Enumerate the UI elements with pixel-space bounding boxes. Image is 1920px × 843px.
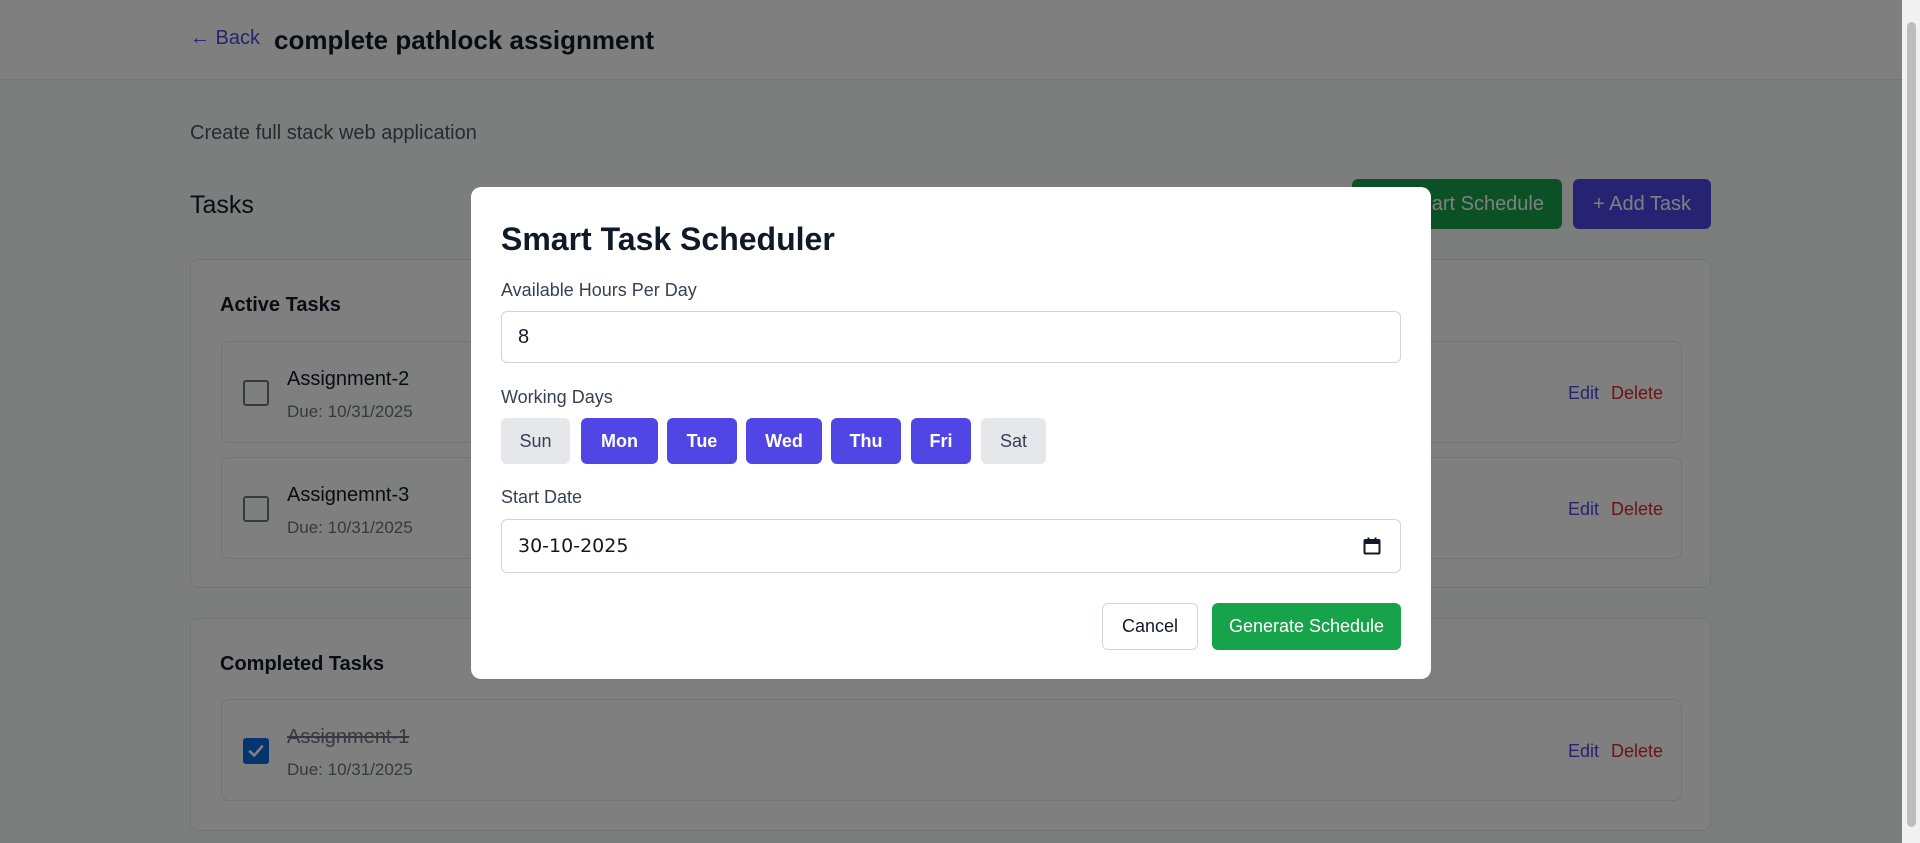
day-toggle-mon[interactable]: Mon: [581, 418, 658, 464]
hours-per-day-input[interactable]: 8: [501, 311, 1401, 363]
day-toggle-tue[interactable]: Tue: [667, 418, 737, 464]
day-toggle-sun[interactable]: Sun: [501, 418, 570, 464]
day-toggle-fri[interactable]: Fri: [911, 418, 971, 464]
working-days-label: Working Days: [501, 387, 613, 407]
day-toggle-sat[interactable]: Sat: [981, 418, 1046, 464]
cancel-button[interactable]: Cancel: [1102, 603, 1198, 650]
day-toggle-thu[interactable]: Thu: [831, 418, 901, 464]
calendar-icon[interactable]: [1362, 536, 1382, 556]
modal-title: Smart Task Scheduler: [501, 221, 835, 257]
scrollbar-thumb[interactable]: [1907, 22, 1916, 827]
scrollbar[interactable]: [1902, 0, 1920, 843]
generate-schedule-button[interactable]: Generate Schedule: [1212, 603, 1401, 650]
start-date-label: Start Date: [501, 487, 583, 507]
smart-scheduler-modal: Smart Task Scheduler Available Hours Per…: [471, 187, 1431, 679]
start-date-input[interactable]: 30-10-2025: [501, 519, 1401, 573]
hours-label: Available Hours Per Day: [501, 280, 697, 300]
start-date-value: 30-10-2025: [518, 535, 629, 557]
day-toggle-wed[interactable]: Wed: [746, 418, 822, 464]
